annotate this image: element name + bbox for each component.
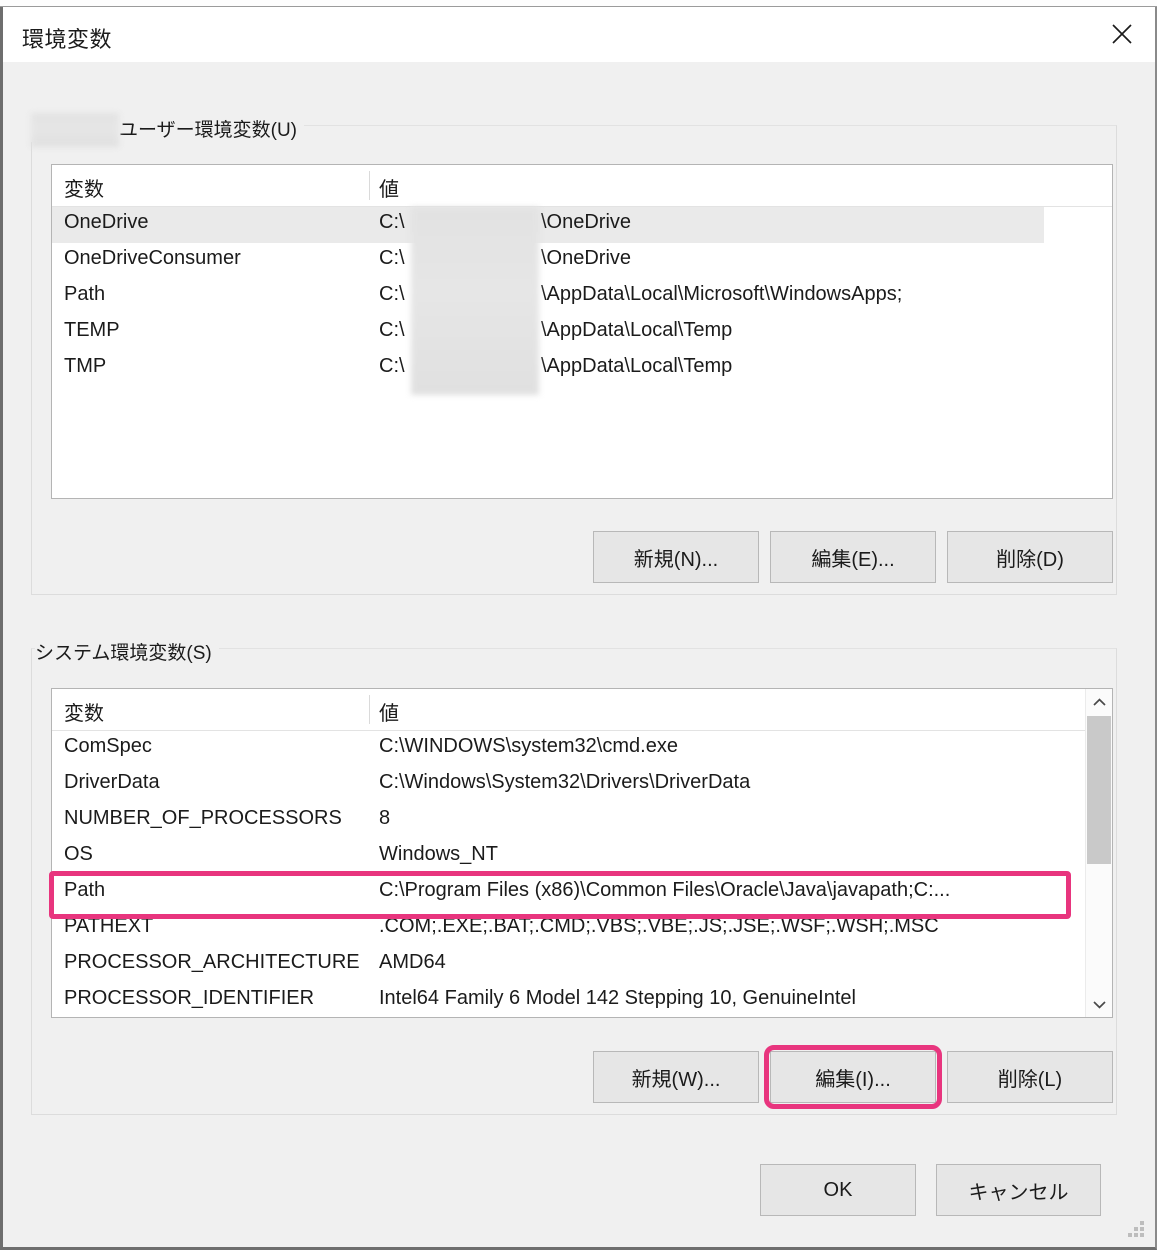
system-variable-value: Windows_NT — [379, 843, 498, 865]
system-list-scrollbar[interactable] — [1085, 689, 1112, 1017]
scroll-up-button[interactable] — [1086, 689, 1112, 715]
system-variable-value: 8 — [379, 807, 391, 829]
system-variable-name: NUMBER_OF_PROCESSORS — [64, 807, 342, 829]
user-group-label: ユーザー環境変数(U) — [119, 120, 297, 141]
system-variable-row-path[interactable]: Path C:\Program Files (x86)\Common Files\… — [52, 875, 1112, 911]
system-variables-group: システム環境変数(S) 変数 値 ComSpec C:\WINDOWS\syste… — [3, 7, 1155, 1247]
system-variable-row[interactable]: DriverData C:\Windows\System32\Drivers\Dr… — [52, 767, 1112, 803]
environment-variables-dialog: 環境変数 ユーザー環境変数(U) 変数 値 OneDrive C:\ \OneD… — [0, 7, 1157, 1250]
username-redaction-values — [411, 207, 539, 395]
chevron-down-icon — [1092, 1000, 1106, 1009]
username-redaction-header — [31, 113, 119, 147]
system-variable-row[interactable]: PROCESSOR_IDENTIFIER Intel64 Family 6 Mod… — [52, 983, 1112, 1017]
system-list-header: 変数 値 — [52, 689, 1112, 731]
resize-grip[interactable] — [1128, 1221, 1148, 1241]
system-new-label: 新規(W)... — [631, 1068, 721, 1091]
system-variable-name: OS — [64, 843, 93, 865]
background-window-sliver — [0, 0, 1157, 7]
system-variable-name: Path — [64, 879, 106, 901]
system-variable-row[interactable]: PROCESSOR_ARCHITECTURE AMD64 — [52, 947, 1112, 983]
cancel-label: キャンセル — [968, 1181, 1069, 1204]
system-variable-value: C:\Program Files (x86)\Common Files\Orac… — [379, 879, 951, 901]
ok-button[interactable]: OK — [760, 1164, 916, 1216]
system-delete-button[interactable]: 削除(L) — [947, 1051, 1113, 1103]
screenshot-root: 環境変数 ユーザー環境変数(U) 変数 値 OneDrive C:\ \OneD… — [0, 0, 1157, 1250]
system-col-separator — [369, 695, 370, 724]
system-variable-name: PATHEXT — [64, 915, 154, 937]
system-col-value: 値 — [379, 703, 399, 725]
system-variable-value: Intel64 Family 6 Model 142 Stepping 10, … — [379, 987, 856, 1009]
system-new-button[interactable]: 新規(W)... — [593, 1051, 759, 1103]
system-variable-name: PROCESSOR_IDENTIFIER — [64, 987, 315, 1009]
system-variable-name: PROCESSOR_ARCHITECTURE — [64, 951, 360, 973]
system-variable-name: ComSpec — [64, 735, 152, 757]
system-delete-label: 削除(L) — [997, 1068, 1063, 1091]
system-group-label: システム環境変数(S) — [35, 638, 219, 665]
cancel-button[interactable]: キャンセル — [936, 1164, 1101, 1216]
system-variable-row[interactable]: NUMBER_OF_PROCESSORS 8 — [52, 803, 1112, 839]
system-variable-name: DriverData — [64, 771, 160, 793]
system-col-variable: 変数 — [64, 703, 104, 725]
ok-label: OK — [823, 1178, 853, 1201]
system-variable-row[interactable]: PATHEXT .COM;.EXE;.BAT;.CMD;.VBS;.VBE;.JS… — [52, 911, 1112, 947]
system-variable-row[interactable]: OS Windows_NT — [52, 839, 1112, 875]
scroll-down-button[interactable] — [1086, 991, 1112, 1017]
system-variable-value: AMD64 — [379, 951, 446, 973]
system-edit-label: 編集(I)... — [815, 1068, 891, 1091]
scroll-thumb[interactable] — [1087, 716, 1111, 864]
system-variable-value: C:\Windows\System32\Drivers\DriverData — [379, 771, 751, 793]
system-variables-listbox[interactable]: 変数 値 ComSpec C:\WINDOWS\system32\cmd.exe D… — [51, 688, 1113, 1018]
system-variable-value: .COM;.EXE;.BAT;.CMD;.VBS;.VBE;.JS;.JSE;.… — [379, 915, 939, 937]
system-edit-button[interactable]: 編集(I)... — [770, 1051, 936, 1103]
system-variable-value: C:\WINDOWS\system32\cmd.exe — [379, 735, 678, 757]
system-variables-rows: ComSpec C:\WINDOWS\system32\cmd.exe Driver… — [52, 731, 1112, 1017]
system-variable-row[interactable]: ComSpec C:\WINDOWS\system32\cmd.exe — [52, 731, 1112, 767]
chevron-up-icon — [1092, 697, 1106, 706]
